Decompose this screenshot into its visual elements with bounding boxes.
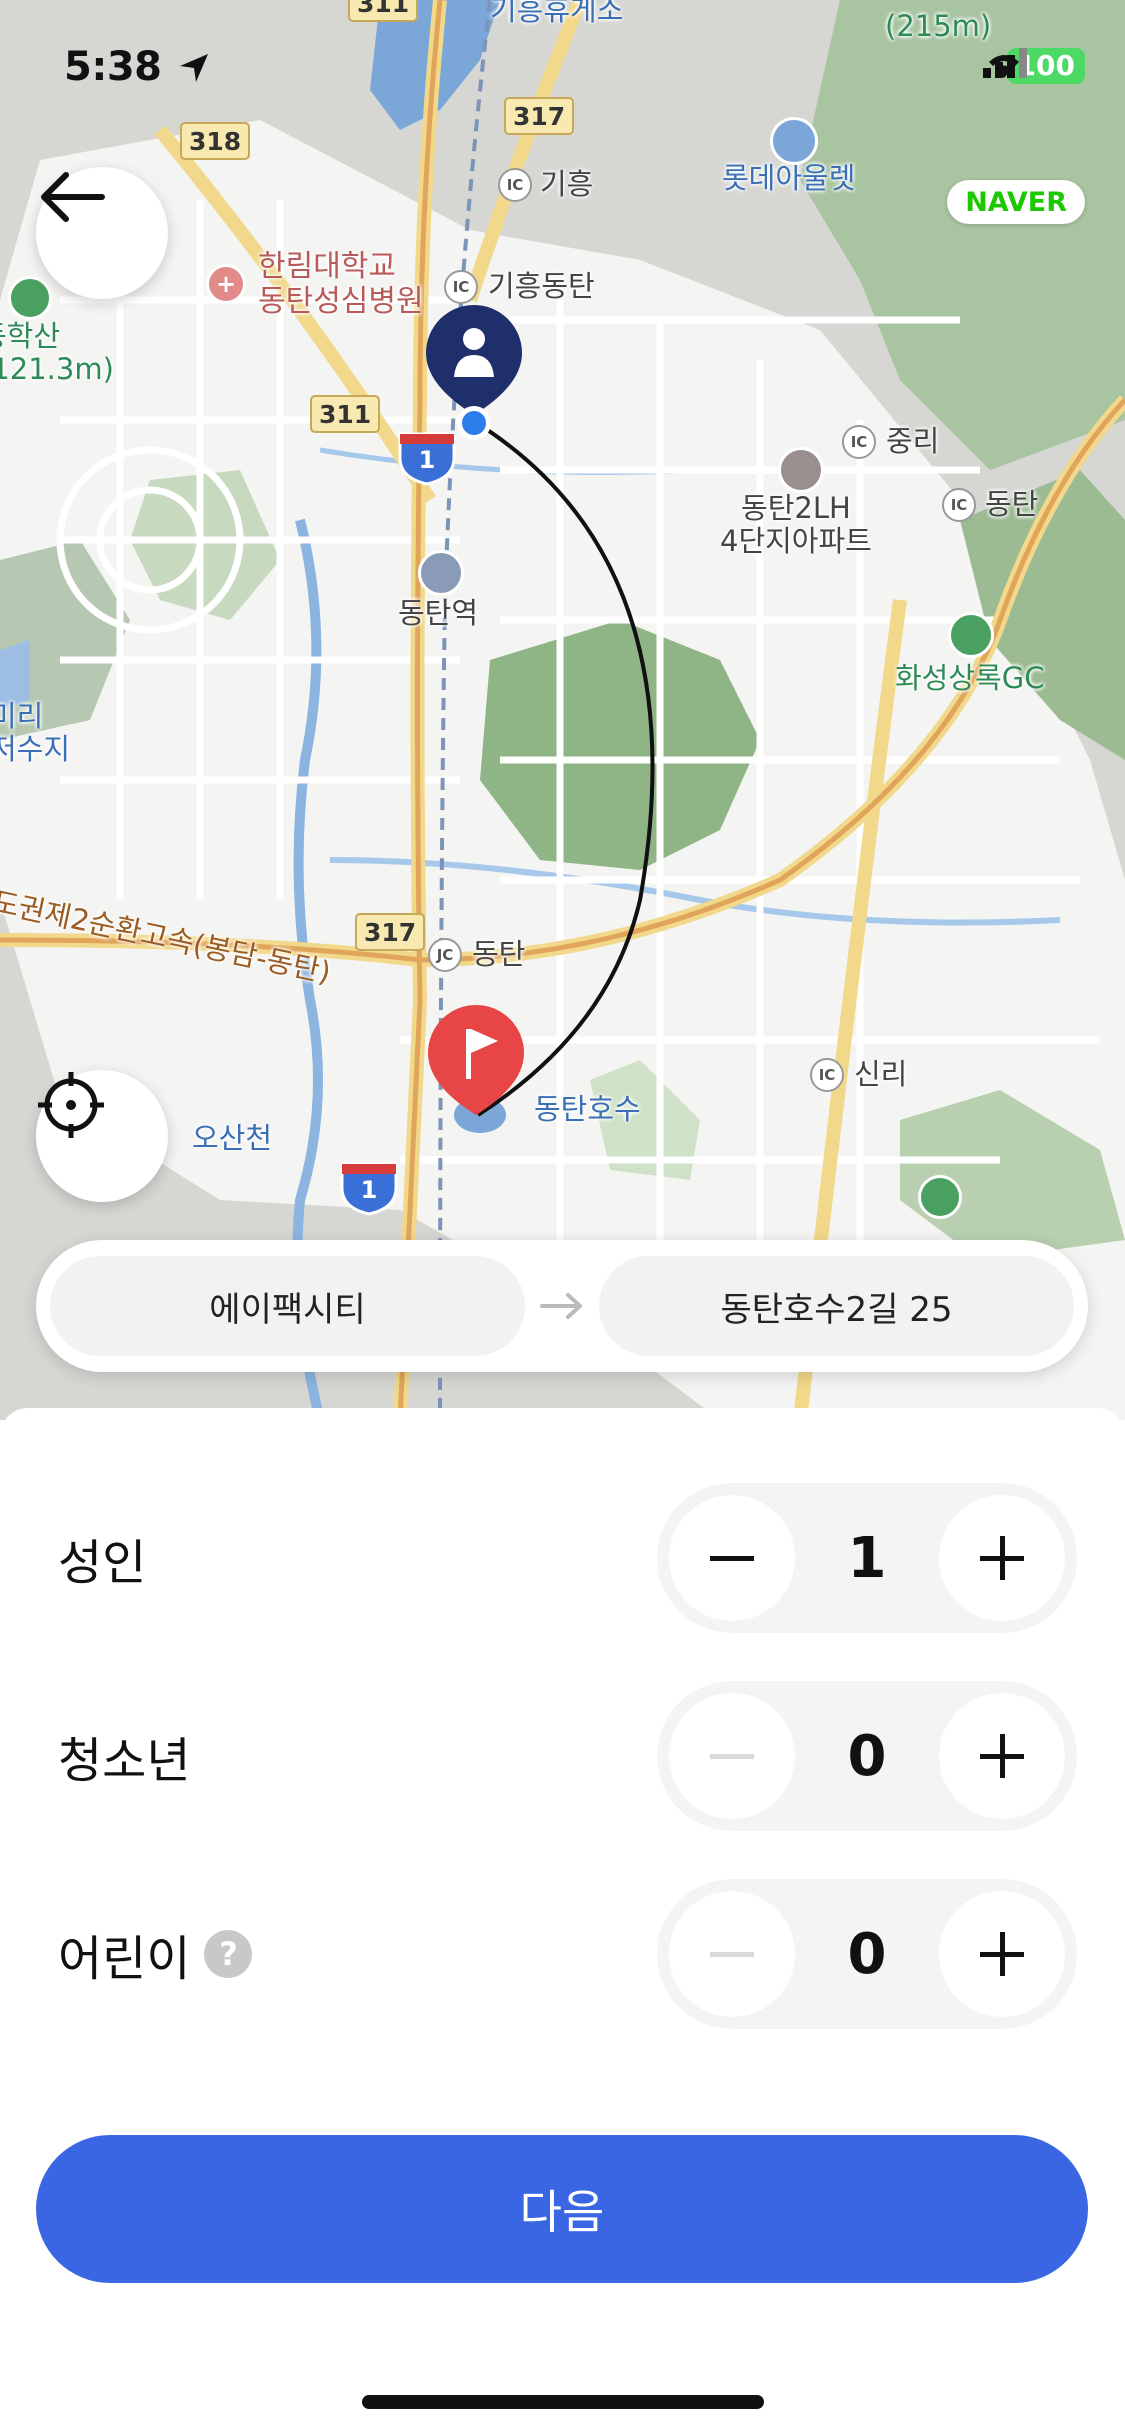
passenger-label: 성인 [58,1535,147,1591]
back-button[interactable] [36,167,168,299]
map-label-ic-giheung: 기흥 [540,167,594,201]
map-label-ic-giheung-dongtan: 기흥동탄 [488,269,595,303]
adult-count: 1 [847,1525,887,1591]
apartment-icon [778,447,824,493]
shopping-icon [770,117,818,165]
map-label-dongtan-station: 동탄역 [398,596,479,630]
teen-minus-button[interactable] [669,1693,795,1819]
help-icon[interactable]: ? [204,1930,253,1978]
plus-icon [980,1734,1024,1778]
next-button[interactable]: 다음 [36,2135,1088,2283]
teen-plus-button[interactable] [939,1693,1065,1819]
passenger-label: 청소년 [58,1733,191,1789]
naver-logo: NAVER [947,180,1085,224]
mountain-icon [918,1175,962,1219]
adult-plus-button[interactable] [939,1495,1065,1621]
teen-stepper: 0 [657,1681,1077,1831]
destination-marker[interactable] [428,1005,524,1125]
passenger-row-adult: 성인 1 [0,1483,1125,1633]
map-label-ic-jungni: 중리 [886,424,940,458]
jc-badge-icon: JC [428,938,462,972]
child-plus-button[interactable] [939,1891,1065,2017]
ic-badge-icon: IC [444,270,478,304]
route-arrow-icon [525,1291,599,1321]
train-station-icon [418,550,464,596]
golf-icon [948,612,994,658]
child-count: 0 [847,1921,887,1987]
mountain-icon [8,276,52,320]
hospital-icon: + [206,264,246,304]
map-label-dongtan-lake: 동탄호수 [534,1092,641,1126]
map-label-ic-dongtan: 동탄 [985,487,1039,521]
minus-icon [710,1951,754,1957]
ic-badge-icon: IC [842,425,876,459]
map-label-peak: (215m) [885,9,992,43]
map-view[interactable]: 기흥휴게소 (215m) 한림대학교 동탄성심병원 동탄역 롯데아울렛 동탄2L… [0,0,1125,1420]
map-label-osancheon: 오산천 [192,1121,273,1155]
ic-badge-icon: IC [498,168,532,202]
status-icons: 100 [982,48,1085,84]
interstate-shield-bottom: 1 [338,1158,400,1216]
route-shield-317-top: 317 [504,97,575,135]
map-label-jc-dongtan: 동탄 [472,937,526,971]
map-label-dongtan2lh: 동탄2LH 4단지아파트 [720,491,872,559]
map-label-mountain-left: 동학산 (121.3m) [0,319,114,387]
map-label-reservoir: 미리 저수지 [0,699,71,767]
minus-icon [710,1555,754,1561]
route-shield-311: 311 [310,395,381,433]
teen-count: 0 [847,1723,887,1789]
map-label-hallym: 한림대학교 동탄성심병원 [258,249,424,319]
minus-icon [710,1753,754,1759]
route-shield-311-top: 311 [348,0,419,22]
adult-stepper: 1 [657,1483,1077,1633]
route-shield-317: 317 [355,913,426,951]
destination-field[interactable]: 동탄호수2길 25 [599,1256,1074,1356]
map-label-ic-sinri: 신리 [854,1057,908,1091]
passenger-row-child: 어린이 ? 0 [0,1879,1125,2029]
passenger-row-teen: 청소년 0 [0,1681,1125,1831]
home-indicator [362,2395,764,2409]
plus-icon [980,1536,1024,1580]
status-time: 5:38 [64,44,162,90]
route-shield-318: 318 [180,122,251,160]
map-label-hwaseong-gc: 화성상록GC [895,661,1045,695]
plus-icon [980,1932,1024,1976]
passenger-label: 어린이 ? [58,1919,253,1989]
adult-minus-button[interactable] [669,1495,795,1621]
ic-badge-icon: IC [810,1058,844,1092]
child-minus-button[interactable] [669,1891,795,2017]
map-label-lotte: 롯데아울렛 [722,161,856,195]
origin-field[interactable]: 에이팩시티 [50,1256,525,1356]
origin-marker[interactable] [426,305,522,440]
route-summary-bar: 에이팩시티 동탄호수2길 25 [36,1240,1088,1372]
ic-badge-icon: IC [942,488,976,522]
child-stepper: 0 [657,1879,1077,2029]
map-label-top: 기흥휴게소 [490,0,624,27]
current-location-button[interactable] [36,1070,168,1202]
